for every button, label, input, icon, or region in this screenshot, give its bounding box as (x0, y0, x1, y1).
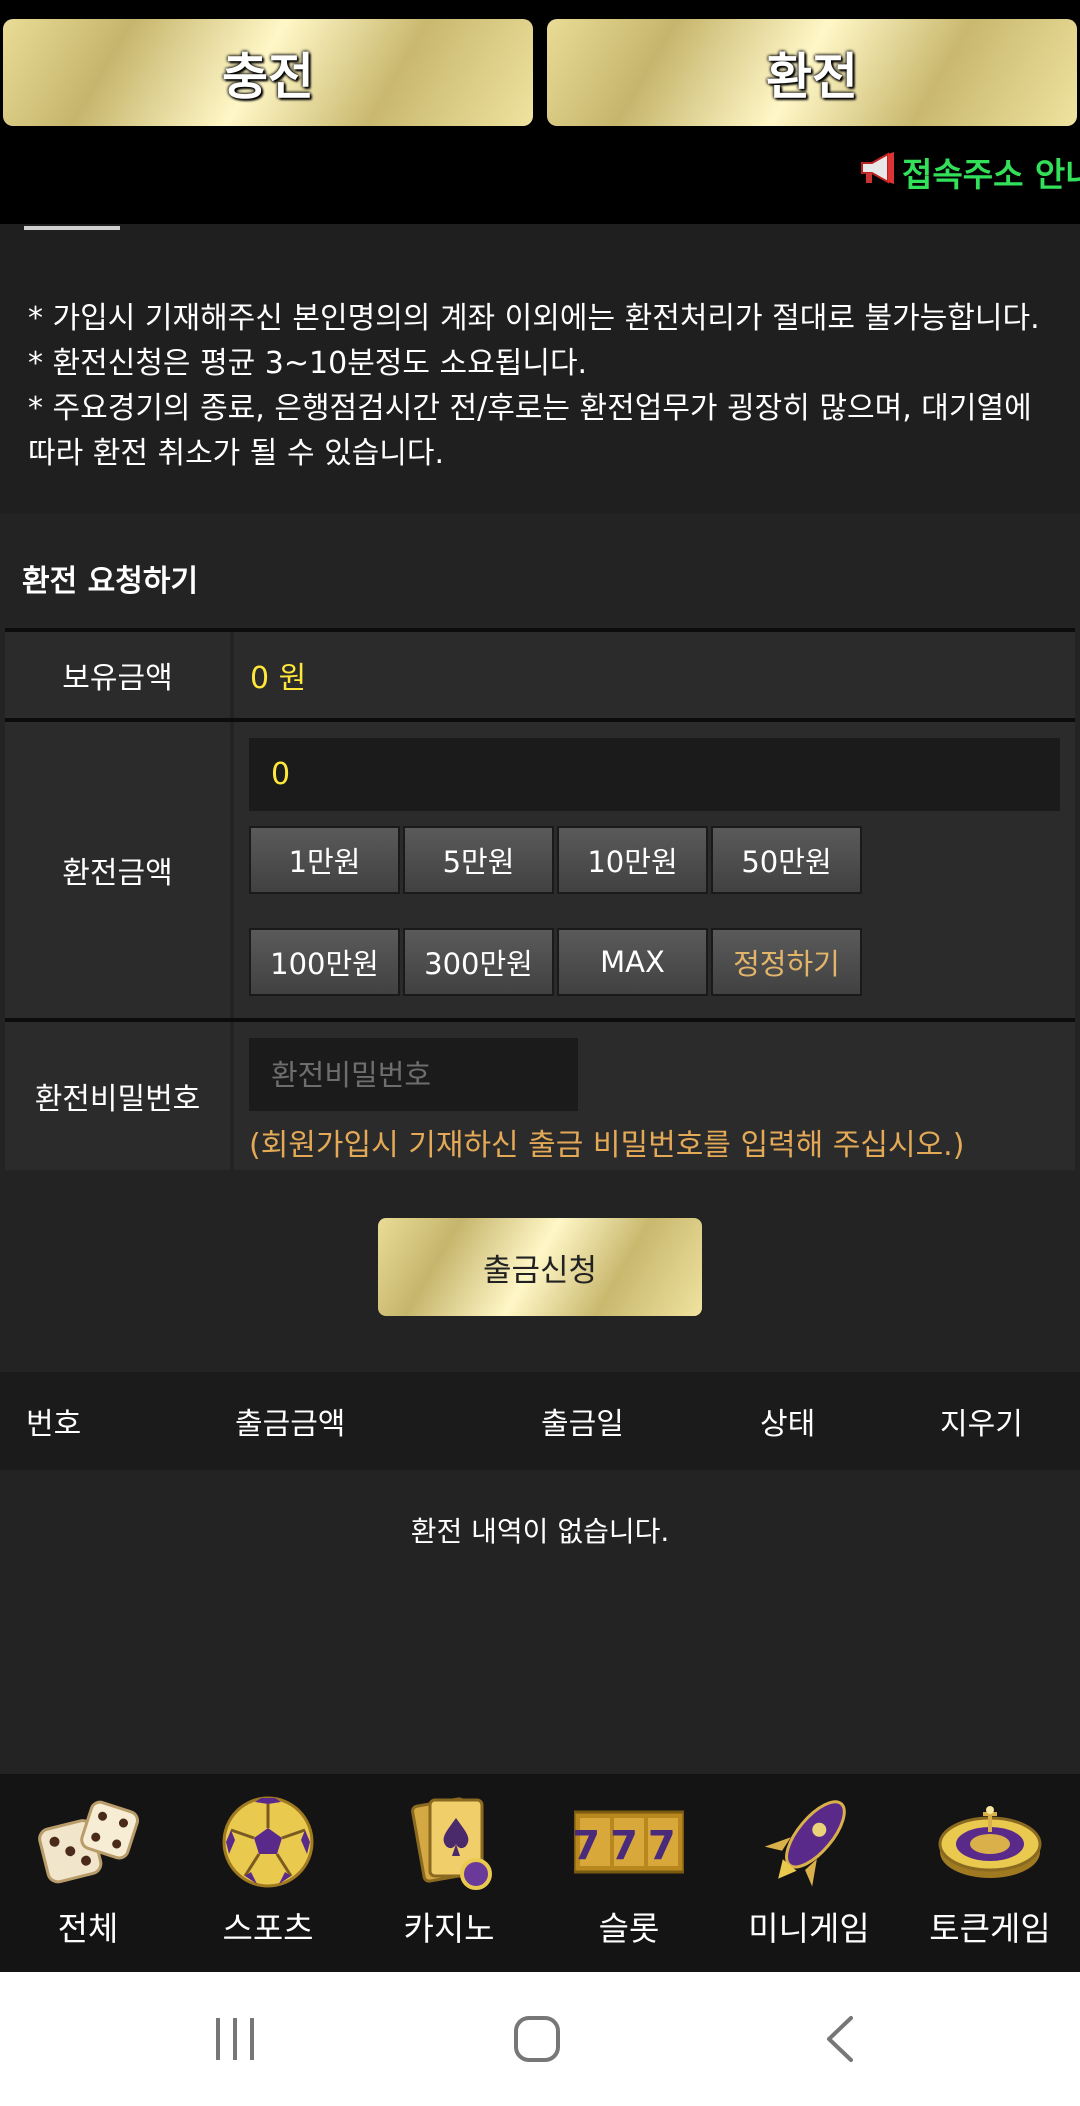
history-empty-message: 환전 내역이 없습니다. (410, 1515, 670, 1548)
nav-item-token-game[interactable]: 토큰게임 (905, 1774, 1075, 1972)
recent-apps-icon[interactable] (175, 1972, 295, 2106)
col-number: 번호 (26, 1407, 82, 1442)
nav-label: 미니게임 (748, 1909, 870, 1948)
amount-reset-button[interactable]: 정정하기 (711, 928, 862, 996)
megaphone-icon (858, 150, 898, 195)
amount-input[interactable] (249, 738, 1060, 811)
info-lines: * 가입시 기재해주신 본인명의의 계좌 이외에는 환전처리가 절대로 불가능합… (28, 296, 1058, 476)
info-line: * 환전신청은 평균 3~10분정도 소요됩니다. (28, 346, 588, 381)
top-bar: 충전 환전 접속주소 안내 (0, 0, 1080, 224)
nav-item-minigame[interactable]: 미니게임 (724, 1774, 894, 1972)
col-amount: 출금금액 (235, 1407, 346, 1442)
password-input[interactable] (249, 1038, 578, 1111)
col-date: 출금일 (541, 1407, 624, 1442)
system-nav-bar (0, 1972, 1080, 2106)
info-heading-clipped (24, 210, 120, 230)
soccer-ball-icon (213, 1792, 323, 1892)
nav-label: 토큰게임 (929, 1909, 1051, 1948)
amount-50man-button[interactable]: 50만원 (711, 826, 862, 894)
nav-item-slot[interactable]: 777 슬롯 (544, 1774, 714, 1972)
nav-label: 전체 (57, 1909, 119, 1948)
nav-label: 스포츠 (222, 1909, 314, 1948)
col-status: 상태 (760, 1407, 816, 1442)
nav-item-casino[interactable]: 카지노 (364, 1774, 534, 1972)
roulette-icon (935, 1792, 1045, 1892)
balance-label: 보유금액 (5, 632, 230, 718)
info-line: * 주요경기의 종료, 은행점검시간 전/후로는 환전업무가 굉장히 많으며, … (28, 391, 1032, 426)
request-title: 환전 요청하기 (22, 564, 199, 599)
bottom-nav: 전체 스포츠 카지노 777 슬롯 미니게임 토큰게임 (0, 1774, 1080, 1972)
playing-cards-icon (394, 1792, 504, 1892)
home-icon[interactable] (477, 1972, 597, 2106)
info-line: 따라 환전 취소가 될 수 있습니다. (28, 436, 445, 471)
notice-text: 접속주소 안내 (902, 155, 1080, 194)
rocket-icon (754, 1792, 864, 1892)
password-hint: (회원가입시 기재하신 출금 비밀번호를 입력해 주십시오.) (249, 1128, 965, 1163)
back-icon[interactable] (780, 1972, 900, 2106)
notice-marquee[interactable]: 접속주소 안내 (858, 148, 1080, 196)
dice-icon (33, 1792, 143, 1892)
nav-item-sports[interactable]: 스포츠 (183, 1774, 353, 1972)
balance-value: 0 원 (234, 632, 1075, 718)
amount-max-button[interactable]: MAX (557, 928, 708, 996)
col-delete: 지우기 (940, 1407, 1023, 1442)
tab-exchange[interactable]: 환전 (547, 19, 1077, 126)
exchange-info-panel: * 가입시 기재해주신 본인명의의 계좌 이외에는 환전처리가 절대로 불가능합… (0, 224, 1080, 514)
slot-777-text: 777 (574, 1823, 684, 1869)
history-table-header: 번호 출금금액 출금일 상태 지우기 (0, 1372, 1080, 1470)
amount-300man-button[interactable]: 300만원 (403, 928, 554, 996)
nav-label: 슬롯 (598, 1909, 660, 1948)
amount-5man-button[interactable]: 5만원 (403, 826, 554, 894)
slot-777-icon: 777 (572, 1792, 686, 1892)
amount-10man-button[interactable]: 10만원 (557, 826, 708, 894)
tab-charge[interactable]: 충전 (3, 19, 533, 126)
password-label: 환전비밀번호 (5, 1022, 230, 1170)
amount-label: 환전금액 (5, 722, 230, 1018)
amount-100man-button[interactable]: 100만원 (249, 928, 400, 996)
amount-1man-button[interactable]: 1만원 (249, 826, 400, 894)
withdraw-request-button[interactable]: 출금신청 (378, 1218, 702, 1316)
info-line: * 가입시 기재해주신 본인명의의 계좌 이외에는 환전처리가 절대로 불가능합… (28, 301, 1040, 336)
nav-item-all[interactable]: 전체 (3, 1774, 173, 1972)
nav-label: 카지노 (403, 1909, 495, 1948)
